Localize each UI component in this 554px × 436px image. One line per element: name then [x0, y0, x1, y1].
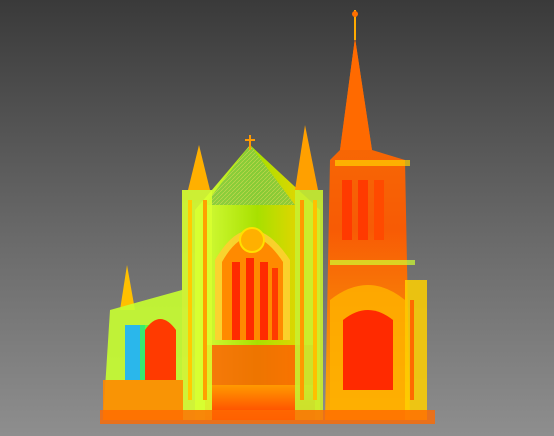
left-aisle: [103, 265, 183, 420]
left-pinnacle: [182, 145, 212, 420]
point-cloud-viewport[interactable]: [0, 0, 554, 436]
right-aisle: [405, 280, 427, 420]
spire-tower: [325, 10, 415, 420]
right-pinnacle: [295, 125, 323, 420]
cathedral-point-cloud[interactable]: [0, 0, 554, 436]
ground-base: [100, 410, 435, 424]
